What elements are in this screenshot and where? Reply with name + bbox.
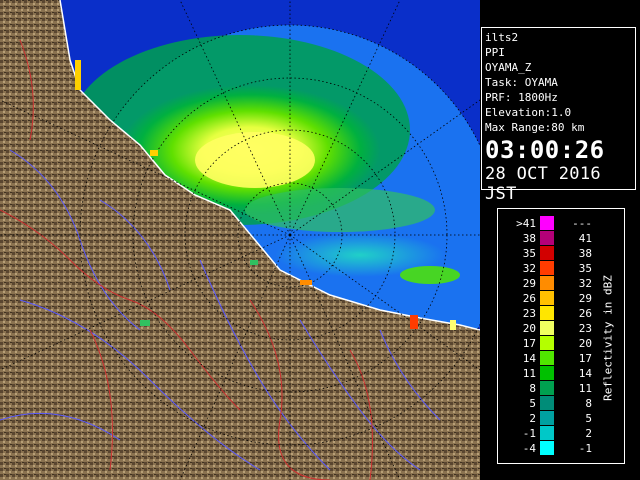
legend-lower-bound: 17 (522, 337, 536, 350)
legend-upper-bound: 17 (578, 352, 592, 365)
legend-lower-bound: 32 (522, 262, 536, 275)
legend-color-swatch (540, 411, 554, 425)
legend-lower-bound: 20 (522, 322, 536, 335)
legend-upper-bound: 11 (578, 382, 592, 395)
legend-color-swatch (540, 336, 554, 350)
legend-lower-bound: 11 (522, 367, 536, 380)
legend-color-swatch (540, 366, 554, 380)
legend-upper-bound: 29 (578, 292, 592, 305)
legend-color-swatch (540, 306, 554, 320)
legend-color-swatch (540, 246, 554, 260)
elevation-label: Elevation:1.0 (485, 106, 572, 119)
legend-upper-bound: 23 (578, 322, 592, 335)
scan-info-panel: ilts2 PPI OYAMA_Z Task: OYAMA PRF: 1800H… (481, 27, 636, 204)
radar-map[interactable] (0, 0, 480, 480)
legend-lower-bound: 8 (529, 382, 536, 395)
legend-lower-bound: -4 (522, 442, 536, 455)
legend-upper-bound: 8 (585, 397, 592, 410)
radar-ppi-display (0, 0, 480, 480)
legend-upper-bound: 32 (578, 277, 592, 290)
legend-color-swatch (540, 321, 554, 335)
legend-upper-bound: 26 (578, 307, 592, 320)
legend-lower-bound: >41 (516, 217, 536, 230)
legend-color-swatch (540, 351, 554, 365)
legend-lower-bound: 5 (529, 397, 536, 410)
legend-color-swatch (540, 216, 554, 230)
legend-color-swatch (540, 441, 554, 455)
task-label: Task: OYAMA (485, 76, 558, 89)
legend-color-swatch (540, 276, 554, 290)
reflectivity-legend: >41 --- 38 41 35 38 32 35 29 32 26 29 23 26 20 23 17 20 14… (497, 208, 625, 464)
legend-title: Reflectivity in dBZ (593, 223, 623, 453)
legend-lower-bound: 38 (522, 232, 536, 245)
scan-time: 03:00:26 (485, 136, 605, 164)
legend-color-swatch (540, 231, 554, 245)
site-label: OYAMA_Z (485, 61, 532, 74)
legend-color-swatch (540, 261, 554, 275)
legend-upper-bound: 35 (578, 262, 592, 275)
legend-lower-bound: 2 (529, 412, 536, 425)
legend-upper-bound: 41 (578, 232, 592, 245)
legend-color-swatch (540, 396, 554, 410)
legend-upper-bound: 5 (585, 412, 592, 425)
legend-upper-bound: 2 (585, 427, 592, 440)
prf-label: PRF: 1800Hz (485, 91, 558, 104)
legend-upper-bound: --- (572, 217, 592, 230)
max-range-label: Max Range:80 km (485, 121, 585, 134)
legend-lower-bound: 14 (522, 352, 536, 365)
legend-title-text: Reflectivity in dBZ (601, 275, 615, 401)
legend-color-swatch (540, 381, 554, 395)
legend-color-swatch (540, 426, 554, 440)
legend-upper-bound: 38 (578, 247, 592, 260)
legend-lower-bound: 26 (522, 292, 536, 305)
legend-upper-bound: 14 (578, 367, 592, 380)
legend-color-swatch (540, 291, 554, 305)
legend-upper-bound: -1 (578, 442, 592, 455)
legend-lower-bound: -1 (522, 427, 536, 440)
legend-upper-bound: 20 (578, 337, 592, 350)
legend-lower-bound: 23 (522, 307, 536, 320)
legend-lower-bound: 29 (522, 277, 536, 290)
product-label: ilts2 (485, 31, 519, 44)
scan-date: 28 OCT 2016 JST (485, 164, 601, 204)
scan-mode-label: PPI (485, 46, 505, 59)
legend-lower-bound: 35 (522, 247, 536, 260)
